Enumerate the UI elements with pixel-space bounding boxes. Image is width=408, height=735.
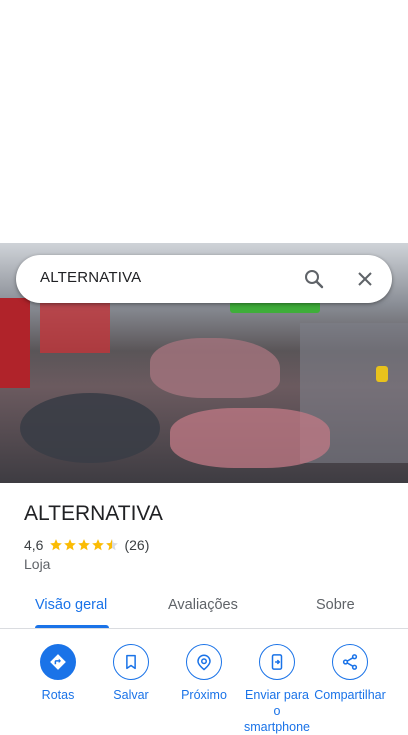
search-icon[interactable] [302, 267, 326, 291]
share-label: Compartilhar [314, 688, 386, 702]
nearby-label: Próximo [181, 688, 227, 702]
send-to-phone-button[interactable]: Enviar para o smartphone [240, 644, 314, 735]
rating-row[interactable]: 4,6 (26) [24, 536, 149, 554]
save-button[interactable]: Salvar [94, 644, 168, 703]
star-icon [64, 539, 77, 551]
rating-stars [49, 538, 119, 552]
review-count[interactable]: (26) [124, 537, 149, 553]
close-icon[interactable] [353, 267, 377, 291]
directions-icon [50, 654, 66, 670]
directions-label: Rotas [41, 688, 75, 702]
tab-reviews[interactable]: Avaliações [168, 597, 238, 613]
star-icon [78, 539, 91, 551]
star-icon [92, 539, 105, 551]
save-label: Salvar [113, 688, 149, 702]
nearby-button[interactable]: Próximo [167, 644, 241, 703]
share-icon [342, 654, 358, 670]
bookmark-icon [126, 654, 136, 670]
tab-overview[interactable]: Visão geral [35, 597, 107, 613]
star-half-icon [106, 539, 119, 551]
place-name: ALTERNATIVA [24, 502, 163, 525]
star-icon [50, 539, 63, 551]
send-to-phone-icon [271, 654, 283, 670]
nearby-icon [197, 654, 211, 671]
place-tabs: Visão geral Avaliações Sobre [0, 585, 408, 629]
share-button[interactable]: Compartilhar [313, 644, 387, 703]
directions-button[interactable]: Rotas [21, 644, 95, 703]
place-category: Loja [24, 556, 51, 572]
rating-value: 4,6 [24, 537, 44, 553]
search-query[interactable]: ALTERNATIVA [40, 269, 141, 286]
send-to-phone-label: Enviar para o smartphone [243, 688, 310, 734]
tab-about[interactable]: Sobre [316, 597, 355, 613]
map-blank-area [0, 0, 408, 243]
search-bar[interactable]: ALTERNATIVA [16, 255, 392, 303]
active-tab-indicator [35, 625, 109, 628]
